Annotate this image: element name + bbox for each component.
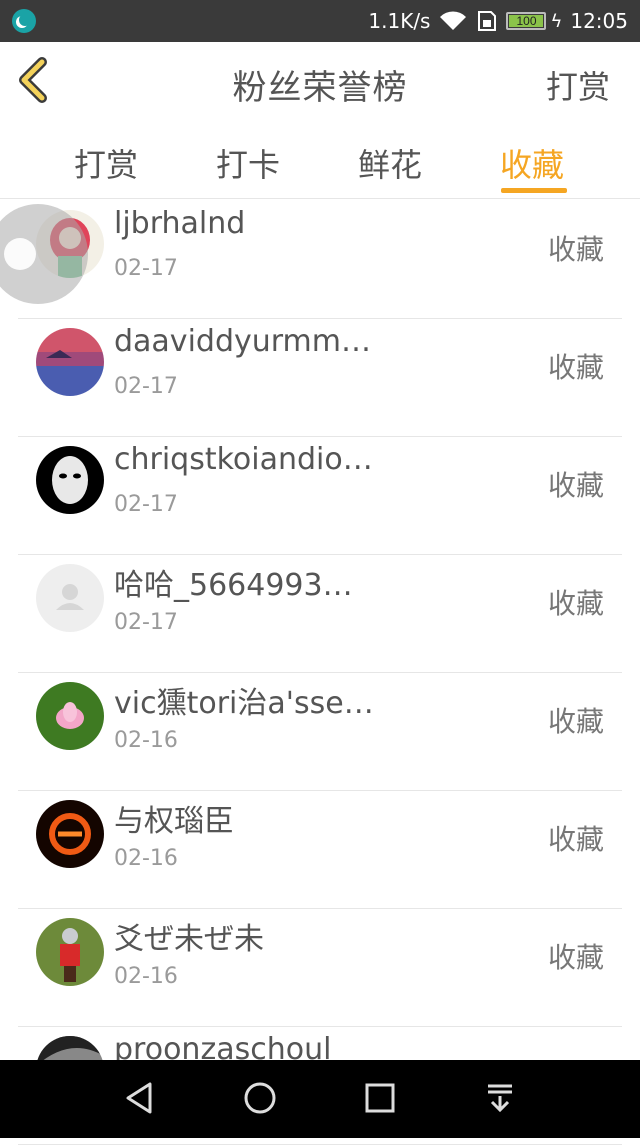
recents-icon[interactable]	[360, 1078, 400, 1118]
user-name: daaviddyurmm…	[114, 324, 372, 359]
back-icon[interactable]	[120, 1078, 160, 1118]
wifi-icon	[440, 11, 467, 30]
app-moon-icon	[12, 9, 36, 33]
navigation-bar	[0, 1060, 640, 1138]
status-bar: 1.1K/s 100 ϟ 12:05	[0, 0, 640, 42]
favorite-label: 收藏	[547, 469, 604, 502]
active-tab-indicator	[501, 188, 567, 193]
tab-bar: 打赏 打卡 鲜花 收藏	[0, 118, 640, 199]
user-date: 02-17	[114, 492, 178, 517]
user-date: 02-17	[114, 610, 178, 635]
list-item[interactable]: daaviddyurmm… 02-17 收藏	[18, 318, 622, 437]
favorite-label: 收藏	[547, 941, 604, 974]
user-date: 02-16	[114, 846, 178, 871]
list-item[interactable]: 与权瑙臣 02-16 收藏	[18, 790, 622, 909]
favorite-label: 收藏	[547, 233, 604, 266]
user-name: 与权瑙臣	[114, 804, 234, 839]
list-item[interactable]: vic獯tori治a'sse… 02-16 收藏	[18, 672, 622, 791]
user-name: chriqstkoiandio…	[114, 442, 373, 477]
lotus-avatar	[36, 682, 104, 750]
home-icon[interactable]	[240, 1078, 280, 1118]
status-right: 1.1K/s 100 ϟ 12:05	[368, 0, 628, 42]
favorite-label: 收藏	[547, 705, 604, 738]
favorite-label: 收藏	[547, 823, 604, 856]
fire-e-avatar	[36, 800, 104, 868]
child-avatar	[36, 918, 104, 986]
tab-reward[interactable]: 打赏	[74, 140, 138, 186]
clock: 12:05	[570, 9, 628, 33]
user-date: 02-16	[114, 728, 178, 753]
user-date: 02-16	[114, 964, 178, 989]
tab-checkin[interactable]: 打卡	[216, 140, 280, 186]
reward-button[interactable]: 打赏	[546, 62, 610, 108]
sim-icon	[478, 11, 497, 31]
user-name: ljbrhalnd	[114, 206, 246, 241]
mask-avatar	[36, 446, 104, 514]
list-item[interactable]: chriqstkoiandio… 02-17 收藏	[18, 436, 622, 555]
title-bar: 粉丝荣誉榜 打赏	[0, 42, 640, 119]
list-item[interactable]: ljbrhalnd 02-17 收藏	[18, 200, 622, 319]
battery-level: 100	[516, 14, 537, 28]
list-item[interactable]: 爻ぜ未ぜ未 02-16 收藏	[18, 908, 622, 1027]
tab-favorites[interactable]: 收藏	[500, 140, 564, 186]
favorite-label: 收藏	[547, 351, 604, 384]
default-avatar	[36, 564, 104, 632]
list-item[interactable]: 哈哈_5664993… 02-17 收藏	[18, 554, 622, 673]
favorite-label: 收藏	[547, 587, 604, 620]
sunset-avatar	[36, 328, 104, 396]
notification-pull-icon[interactable]	[480, 1078, 520, 1118]
charging-icon: ϟ	[550, 10, 563, 32]
page-title: 粉丝荣誉榜	[232, 68, 408, 108]
user-date: 02-17	[114, 374, 178, 399]
user-name: vic獯tori治a'sse…	[114, 686, 374, 721]
user-name: 哈哈_5664993…	[114, 568, 353, 603]
user-date: 02-17	[114, 256, 178, 281]
user-name: 爻ぜ未ぜ未	[114, 922, 264, 957]
battery-icon: 100	[506, 12, 547, 30]
tab-flowers[interactable]: 鲜花	[358, 140, 422, 186]
network-speed: 1.1K/s	[368, 9, 431, 33]
